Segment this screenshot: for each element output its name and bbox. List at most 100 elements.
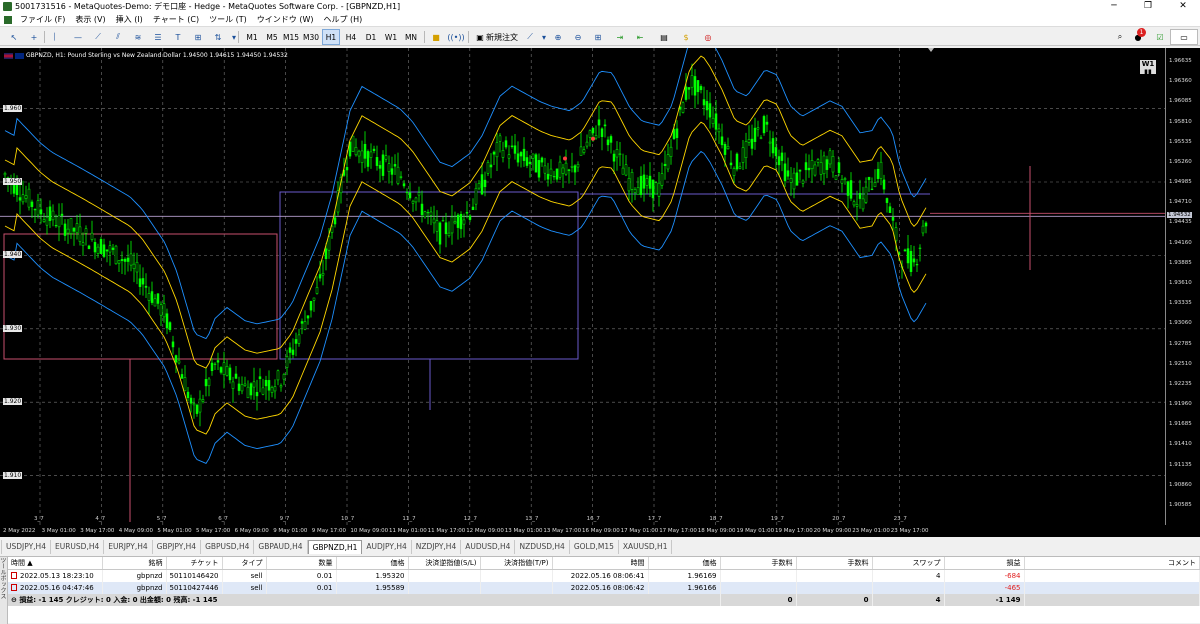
candle-body [852, 201, 856, 206]
col-ticket[interactable]: チケット [166, 557, 223, 570]
col-comment[interactable]: コメント [1024, 557, 1200, 570]
channel-icon[interactable]: ⫽ [110, 29, 126, 45]
candle-body [369, 151, 373, 158]
signal-icon[interactable]: ((•)) [447, 29, 464, 45]
col-time2[interactable]: 時間 [552, 557, 649, 570]
vertical-line-icon[interactable]: ⎸ [50, 29, 66, 45]
tab-gbpusd-h4[interactable]: GBPUSD,H4 [201, 540, 255, 554]
search-icon[interactable]: ⌕ [1112, 29, 1128, 45]
table-row[interactable]: 2022.05.13 18:23:10 gbpnzd 50110146420 s… [8, 569, 1200, 582]
autoscroll-icon[interactable]: ⇥ [612, 29, 628, 45]
crosshair-icon[interactable]: + [26, 29, 42, 45]
tf-w1[interactable]: W1 [382, 29, 400, 45]
close-button[interactable]: ✕ [1166, 0, 1200, 13]
tab-xauusd-h1[interactable]: XAUUSD,H1 [619, 540, 673, 554]
maximize-button[interactable]: ❐ [1131, 0, 1165, 13]
tf-mn[interactable]: MN [402, 29, 420, 45]
tab-gold-m15[interactable]: GOLD,M15 [570, 540, 619, 554]
col-fee[interactable]: 手数料 [796, 557, 873, 570]
menu-window[interactable]: ウインドウ (W) [252, 14, 319, 25]
fibonacci-icon[interactable]: ☰ [150, 29, 166, 45]
col-price[interactable]: 価格 [336, 557, 409, 570]
tab-audusd-h4[interactable]: AUDUSD,H4 [461, 540, 516, 554]
tab-nzdusd-h4[interactable]: NZDUSD,H4 [515, 540, 570, 554]
menu-chart[interactable]: チャート (C) [148, 14, 204, 25]
tab-gbpnzd-h1[interactable]: GBPNZD,H1 [307, 540, 363, 554]
col-type[interactable]: タイプ [222, 557, 267, 570]
tf-m15[interactable]: M15 [282, 29, 300, 45]
tab-usdjpy-h4[interactable]: USDJPY,H4 [2, 540, 51, 554]
signals-icon[interactable]: $ [678, 29, 694, 45]
candle-body [237, 383, 241, 391]
new-order-button[interactable]: 新規注文 [486, 29, 518, 45]
tab-nzdjpy-h4[interactable]: NZDJPY,H4 [412, 540, 462, 554]
gann-icon[interactable]: ≋ [130, 29, 146, 45]
minimize-button[interactable]: ─ [1097, 0, 1131, 13]
left-axis-label: 1.910 [3, 471, 23, 479]
toolbox-label[interactable]: ツールボックス [0, 557, 8, 624]
candle-body [90, 232, 94, 240]
tab-eurjpy-h4[interactable]: EURJPY,H4 [104, 540, 153, 554]
arrows-icon[interactable]: ⇅ [210, 29, 226, 45]
price-chart[interactable]: GBPNZD, H1: Pound Sterling vs New Zealan… [0, 48, 1165, 525]
vps-icon[interactable]: ◎ [700, 29, 716, 45]
candle-body [603, 124, 607, 127]
tab-audjpy-h4[interactable]: AUDJPY,H4 [362, 540, 412, 554]
candle-body [255, 392, 259, 397]
col-symbol[interactable]: 銘柄 [102, 557, 167, 570]
community-icon[interactable]: ☑ [1152, 29, 1168, 45]
candle-body [396, 166, 400, 184]
table-row[interactable]: 2022.05.16 04:47:46 gbpnzd 50110427446 s… [8, 581, 1200, 594]
tab-gbpjpy-h4[interactable]: GBPJPY,H4 [153, 540, 202, 554]
tf-d1[interactable]: D1 [362, 29, 380, 45]
candle-body [357, 150, 361, 157]
col-swap[interactable]: スワップ [872, 557, 945, 570]
col-commission[interactable]: 手数料 [720, 557, 797, 570]
tf-m1[interactable]: M1 [243, 29, 261, 45]
community-search-input[interactable]: ▭ [1170, 29, 1198, 45]
col-tp[interactable]: 決済指値(T/P) [480, 557, 553, 570]
lock-icon[interactable]: ■ [428, 29, 444, 45]
system-menu-icon[interactable] [4, 15, 12, 24]
menu-file[interactable]: ファイル (F) [15, 14, 70, 25]
dropdown-icon[interactable]: ▾ [226, 29, 242, 45]
col-volume[interactable]: 数量 [266, 557, 337, 570]
col-time[interactable]: 時間 ▲ [8, 557, 103, 570]
candle-body [525, 157, 529, 166]
candle-body [189, 397, 193, 404]
col-profit[interactable]: 損益 [944, 557, 1025, 570]
time-scale[interactable]: 2 May 2022 3 May 01:00 3 May 17:00 4 May 09… [0, 525, 1200, 537]
horizontal-line-icon[interactable]: — [70, 29, 86, 45]
chart-shift-icon[interactable]: ⇤ [632, 29, 648, 45]
menu-insert[interactable]: 挿入 (I) [111, 14, 148, 25]
tab-eurusd-h4[interactable]: EURUSD,H4 [51, 540, 105, 554]
tf-m5[interactable]: M5 [263, 29, 281, 45]
zoom-in-icon[interactable]: ⊕ [550, 29, 566, 45]
tf-h1[interactable]: H1 [322, 29, 340, 45]
candle-body [381, 154, 385, 176]
menu-tools[interactable]: ツール (T) [204, 14, 252, 25]
candle-body [168, 322, 172, 330]
terminal-panel: ツールボックス 時間 ▲ 銘柄 チケット タイプ 数量 価格 決済逆指値(S/L… [0, 556, 1200, 624]
candle-body [123, 258, 127, 262]
tf-m30[interactable]: M30 [302, 29, 320, 45]
chart-shift-marker[interactable] [928, 48, 934, 52]
text-tool-icon[interactable]: T [170, 29, 186, 45]
grid-icon[interactable]: ⊞ [590, 29, 606, 45]
zoom-out-icon[interactable]: ⊖ [570, 29, 586, 45]
shapes-icon[interactable]: ⊞ [190, 29, 206, 45]
tf-h4[interactable]: H4 [342, 29, 360, 45]
period-badge[interactable]: W1 ▮▮ [1140, 60, 1156, 76]
candle-body [414, 197, 418, 203]
candle-body [321, 273, 325, 276]
menu-help[interactable]: ヘルプ (H) [318, 14, 367, 25]
price-label: 1.96360 [1169, 78, 1192, 85]
price-scale[interactable]: 1.96635 1.96360 1.96085 1.95810 1.95535 1.952… [1165, 48, 1200, 525]
tab-gbpaud-h4[interactable]: GBPAUD,H4 [254, 540, 308, 554]
col-price2[interactable]: 価格 [648, 557, 721, 570]
trendline-icon[interactable]: ⟋ [90, 29, 106, 45]
menu-view[interactable]: 表示 (V) [70, 14, 110, 25]
col-sl[interactable]: 決済逆指値(S/L) [408, 557, 481, 570]
cursor-icon[interactable]: ↖ [6, 29, 22, 45]
depth-icon[interactable]: ▤ [656, 29, 672, 45]
